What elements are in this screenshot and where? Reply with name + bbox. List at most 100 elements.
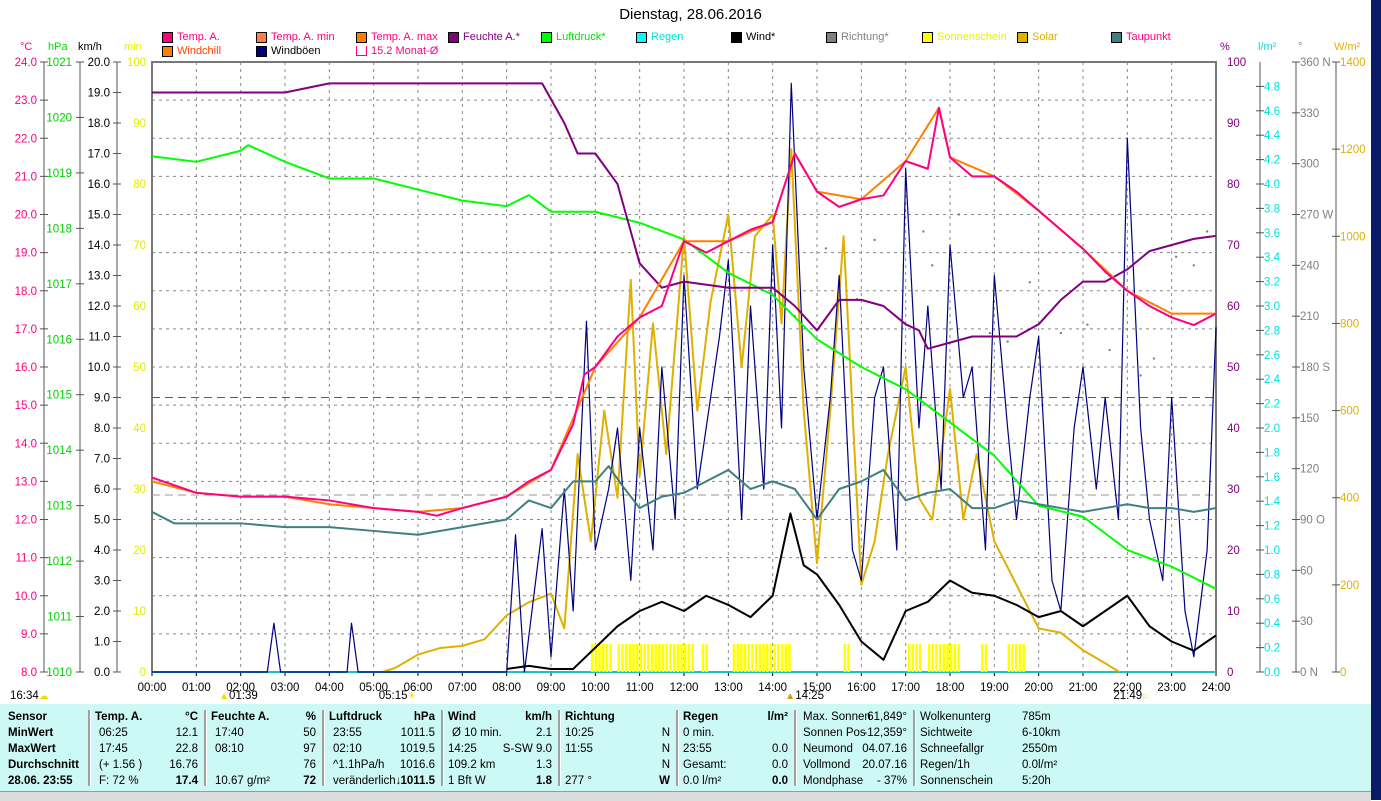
sunshine-bar bbox=[950, 644, 953, 672]
temp-axis-tick-label: 9.0 bbox=[21, 629, 37, 641]
solar-axis-tick-label: 1400 bbox=[1340, 57, 1366, 69]
min-axis-tick-label: 70 bbox=[133, 240, 146, 252]
cell-label: 0 min. bbox=[683, 727, 715, 739]
rain-axis-tick-label: 1.4 bbox=[1264, 496, 1281, 508]
min-axis-tick-label: 40 bbox=[133, 423, 146, 435]
cell-value: 1016.6 bbox=[399, 759, 435, 771]
astro-label: Max. Sonnen bbox=[803, 711, 871, 723]
window-border bbox=[1371, 0, 1381, 800]
x-tick-label: 03:00 bbox=[271, 682, 300, 694]
kmh-axis-tick-label: 9.0 bbox=[94, 393, 110, 405]
pct-axis-tick-label: 100 bbox=[1227, 57, 1246, 69]
rain-axis-tick-label: 3.8 bbox=[1264, 203, 1280, 215]
x-tick-label: 17:00 bbox=[891, 682, 920, 694]
sunshine-bar bbox=[946, 644, 949, 672]
marker-time: 16:34 bbox=[10, 690, 39, 702]
direction-point bbox=[988, 331, 992, 335]
column-header: Wind bbox=[448, 711, 476, 723]
temp-axis-tick-label: 16.0 bbox=[15, 362, 37, 374]
cell-label: 109.2 km bbox=[448, 759, 496, 771]
sunrise-icon: ☀ bbox=[407, 691, 417, 702]
cell-value: 12.1 bbox=[175, 727, 198, 739]
cell-value: N bbox=[661, 759, 670, 771]
column-divider bbox=[558, 710, 561, 786]
cell-label: Ø 10 min. bbox=[452, 727, 502, 739]
solar-axis-tick-label: 1000 bbox=[1340, 231, 1366, 243]
sunshine-bar bbox=[632, 644, 635, 672]
column-unit: % bbox=[305, 711, 316, 723]
axis-unit-label: hPa bbox=[48, 41, 68, 53]
rain-axis-tick-label: 4.4 bbox=[1264, 130, 1281, 142]
marker-time: 05:15 bbox=[378, 690, 408, 702]
astro-value: - 37% bbox=[876, 775, 907, 787]
pct-axis-tick-label: 20 bbox=[1227, 545, 1240, 557]
rain-axis-tick-label: 2.2 bbox=[1264, 399, 1280, 411]
astro-label: Vollmond bbox=[803, 759, 851, 771]
temp-axis-tick-label: 22.0 bbox=[15, 133, 37, 145]
direction-point bbox=[957, 213, 961, 216]
info-label: Schneefallgr bbox=[920, 743, 984, 755]
temp-axis-tick-label: 14.0 bbox=[15, 438, 37, 450]
kmh-axis-tick-label: 8.0 bbox=[94, 423, 110, 435]
sunshine-bar bbox=[1011, 644, 1014, 672]
min-axis-tick-label: 20 bbox=[133, 545, 146, 557]
info-value: 785m bbox=[1022, 711, 1051, 723]
sunshine-bar bbox=[773, 644, 776, 672]
dir-axis-tick-label: 30 bbox=[1300, 616, 1313, 628]
info-label: Wolkenunterg bbox=[920, 711, 991, 723]
cell-value: W bbox=[659, 775, 670, 787]
sunshine-bar bbox=[847, 644, 850, 672]
min-axis-tick-label: 10 bbox=[133, 606, 146, 618]
row-label: MaxWert bbox=[8, 743, 56, 755]
sunshine-bar bbox=[747, 644, 751, 672]
pct-axis-tick-label: 30 bbox=[1227, 484, 1240, 496]
x-tick-label: 12:00 bbox=[670, 682, 699, 694]
direction-point bbox=[1086, 323, 1089, 326]
dir-axis-tick-label: 180 S bbox=[1300, 362, 1330, 374]
kmh-axis-tick-label: 10.0 bbox=[88, 362, 110, 374]
dir-axis-tick-label: 60 bbox=[1300, 565, 1313, 577]
kmh-axis-tick-label: 1.0 bbox=[94, 637, 110, 649]
sunshine-bar bbox=[647, 644, 650, 672]
axis-unit-label: % bbox=[1220, 41, 1230, 53]
sunshine-bar bbox=[918, 644, 922, 672]
column-divider bbox=[913, 710, 916, 786]
info-value: 0.0l/m² bbox=[1022, 759, 1058, 771]
kmh-axis-tick-label: 19.0 bbox=[88, 88, 110, 100]
sunshine-bar bbox=[598, 644, 601, 672]
direction-point bbox=[1192, 264, 1196, 267]
sunshine-bar bbox=[740, 644, 743, 672]
rain-axis-tick-label: 2.0 bbox=[1264, 423, 1280, 435]
cell-value: 1019.5 bbox=[399, 743, 435, 755]
kmh-axis-tick-label: 16.0 bbox=[88, 179, 110, 191]
column-header: Feuchte A. bbox=[211, 711, 270, 723]
sunshine-bar bbox=[777, 644, 780, 672]
kmh-axis-tick-label: 0.0 bbox=[94, 667, 110, 679]
temp-axis-tick-label: 8.0 bbox=[21, 667, 37, 679]
cell-value: 16.76 bbox=[169, 759, 198, 771]
x-tick-label: 14:00 bbox=[758, 682, 787, 694]
info-value: 2550m bbox=[1022, 743, 1058, 755]
rain-axis-tick-label: 0.6 bbox=[1264, 594, 1280, 606]
cell-value: 72 bbox=[303, 775, 316, 787]
cell-label: 11:55 bbox=[565, 743, 593, 755]
direction-point bbox=[1006, 340, 1009, 343]
cell-label: veränderlich↓ bbox=[333, 775, 402, 787]
sunshine-bar bbox=[701, 644, 705, 672]
sunshine-bar bbox=[907, 644, 911, 672]
dir-axis-tick-label: 150 bbox=[1300, 413, 1319, 425]
cell-label: 06:25 bbox=[99, 727, 128, 739]
marker-time: 14:25 bbox=[795, 690, 824, 702]
cell-label: 23:55 bbox=[683, 743, 712, 755]
column-unit: hPa bbox=[413, 711, 435, 723]
axis-unit-label: ° bbox=[1298, 41, 1302, 53]
kmh-axis-tick-label: 18.0 bbox=[88, 118, 110, 130]
time-marker: ▲01:39 bbox=[219, 690, 258, 702]
axis-unit-label: km/h bbox=[78, 41, 102, 53]
pct-axis-tick-label: 90 bbox=[1227, 118, 1240, 130]
sunshine-bar bbox=[665, 644, 669, 672]
cell-value: 1011.5 bbox=[400, 727, 435, 739]
marker-time: 21:49 bbox=[1113, 690, 1143, 702]
cell-label: 14:25 bbox=[448, 743, 477, 755]
sunshine-bar bbox=[766, 644, 769, 672]
